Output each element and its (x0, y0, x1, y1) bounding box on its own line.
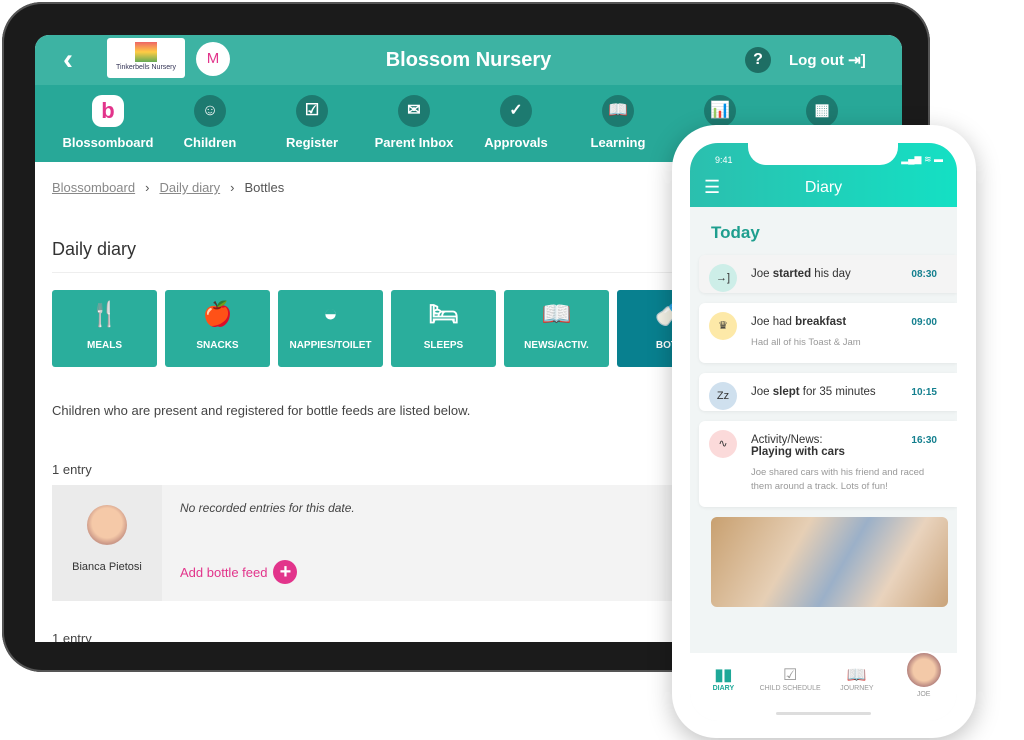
nav-label: Blossomboard (62, 135, 154, 150)
timeline: →] Joe started his day 08:30 ♛ Joe had break… (690, 255, 957, 507)
item-time: 08:30 (911, 269, 937, 280)
logout-label: Log out (789, 52, 844, 69)
tile-sleeps[interactable]: 🛏 SLEEPS (391, 290, 496, 367)
nav-parent-inbox[interactable]: ✉ Parent Inbox (363, 85, 465, 162)
timeline-item[interactable]: ♛ Joe had breakfast 09:00 Had all of his To… (699, 303, 957, 363)
nav-label: Children (183, 135, 237, 150)
tile-label: SLEEPS (423, 340, 464, 351)
item-time: 10:15 (911, 387, 937, 398)
tile-meals[interactable]: 🍴 MEALS (52, 290, 157, 367)
bed-icon: 🛏 (428, 301, 459, 328)
tab-joe[interactable]: JOE (890, 651, 957, 721)
activity-photo[interactable] (711, 517, 948, 607)
logout-icon: ⇥] (848, 52, 866, 69)
nav-label: Learning (590, 135, 646, 150)
tile-nappies[interactable]: ◒ NAPPIES/TOILET (278, 290, 383, 367)
today-heading: Today (711, 223, 760, 242)
no-entries-text: No recorded entries for this date. (180, 501, 355, 515)
home-indicator (776, 712, 871, 715)
apple-icon: 🍎 (202, 301, 233, 328)
item-time: 16:30 (911, 435, 937, 446)
breadcrumb-blossomboard[interactable]: Blossomboard (52, 180, 135, 195)
help-button[interactable]: ? (745, 47, 771, 73)
phone-frame: 9:41 ▂▄▆ ≋ ▬ ☰ Diary Today →] Joe started… (672, 125, 976, 738)
clipboard-check-icon: ✓ (500, 95, 532, 127)
item-text: Joe slept for 35 minutes (751, 386, 876, 398)
tile-news[interactable]: 📖 NEWS/ACTIV. (504, 290, 609, 367)
add-bottle-feed-button[interactable]: Add bottle feed + (180, 560, 298, 584)
child-name: Bianca Pietosi (72, 561, 142, 573)
nav-children[interactable]: ☺ Children (159, 85, 261, 162)
item-time: 09:00 (911, 317, 937, 328)
cutlery-icon: 🍴 (89, 301, 120, 328)
add-label: Add bottle feed (180, 564, 268, 580)
child-avatar (87, 505, 127, 545)
tab-label: DIARY (712, 685, 735, 692)
child-avatar (904, 651, 943, 689)
item-text: Activity/News: Playing with cars (751, 434, 845, 458)
tile-label: NAPPIES/TOILET (289, 340, 372, 351)
nav-register[interactable]: ☑ Register (261, 85, 363, 162)
item-detail: Had all of his Toast & Jam (751, 337, 861, 348)
chart-icon: 📊 (704, 95, 736, 127)
book-icon: 📖 (846, 667, 867, 684)
item-text: Joe started his day (751, 268, 851, 280)
top-bar: ‹ Tinkerbells Nursery M Blossom Nursery … (35, 35, 902, 85)
nappy-icon: ◒ (323, 300, 338, 327)
status-time: 9:41 (715, 155, 733, 165)
nav-label: Parent Inbox (374, 135, 454, 150)
tab-diary[interactable]: ▮▮ DIARY (690, 665, 757, 721)
timeline-item[interactable]: ∿ Activity/News: Playing with cars 16:30 Joe… (699, 421, 957, 507)
activity-icon: ∿ (709, 430, 737, 458)
breakfast-icon: ♛ (709, 312, 737, 340)
tab-label: CHILD SCHEDULE (759, 685, 821, 692)
plus-icon: + (273, 560, 298, 584)
tile-label: SNACKS (196, 340, 239, 351)
status-icons: ▂▄▆ ≋ ▬ (901, 154, 943, 164)
breadcrumb-current: Bottles (244, 180, 285, 195)
timeline-item[interactable]: Zz Joe slept for 35 minutes 10:15 (699, 373, 957, 411)
app-title: Blossom Nursery (385, 49, 552, 71)
tab-label: JOURNEY (840, 685, 874, 692)
phone-screen: 9:41 ▂▄▆ ≋ ▬ ☰ Diary Today →] Joe started… (690, 143, 957, 721)
smiley-icon: ☺ (194, 95, 226, 127)
phone-title: Diary (804, 179, 843, 196)
timeline-item[interactable]: →] Joe started his day 08:30 (699, 255, 957, 293)
tile-snacks[interactable]: 🍎 SNACKS (165, 290, 270, 367)
nav-label: Register (285, 135, 339, 150)
nav-approvals[interactable]: ✓ Approvals (465, 85, 567, 162)
calendar-icon: ☑ (782, 667, 798, 684)
nav-blossomboard[interactable]: b Blossomboard (57, 85, 159, 162)
phone-header: 9:41 ▂▄▆ ≋ ▬ ☰ Diary (690, 143, 957, 207)
parent-icon: ✉ (398, 95, 430, 127)
blossomboard-icon: b (92, 95, 124, 127)
notch (748, 143, 898, 165)
book-icon: 📖 (541, 301, 572, 328)
grid-icon: ▦ (806, 95, 838, 127)
item-detail: Joe shared cars with his friend and race… (751, 467, 925, 492)
tab-bar: ▮▮ DIARY ☑ CHILD SCHEDULE 📖 JOURNEY JOE (690, 651, 957, 721)
logout-button[interactable]: Log out ⇥] (789, 51, 866, 69)
tab-label: JOE (916, 691, 931, 698)
item-text: Joe had breakfast (751, 316, 847, 328)
tile-label: NEWS/ACTIV. (524, 340, 589, 351)
sleep-icon: Zz (709, 382, 737, 410)
start-day-icon: →] (709, 264, 737, 292)
calendar-check-icon: ☑ (296, 95, 328, 127)
diary-icon: ▮▮ (714, 667, 733, 684)
nav-label: Approvals (484, 135, 548, 150)
child-cell: Bianca Pietosi (52, 485, 162, 601)
breadcrumb-daily-diary[interactable]: Daily diary (159, 180, 220, 195)
tile-label: MEALS (87, 340, 122, 351)
book-icon: 📖 (602, 95, 634, 127)
nav-learning[interactable]: 📖 Learning (567, 85, 669, 162)
